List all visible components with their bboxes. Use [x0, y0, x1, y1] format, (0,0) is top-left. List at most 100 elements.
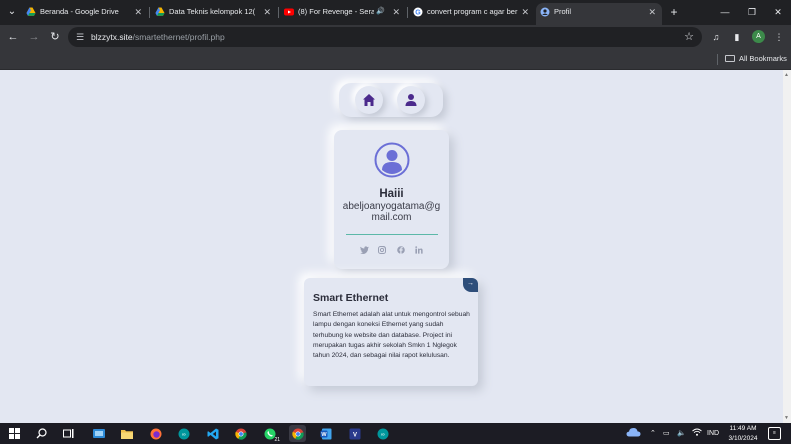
whatsapp-unread-badge: 21 [274, 437, 280, 443]
browser-toolbar: ← → ↻ ☰ blzzytx.site/smartethernet/profi… [0, 25, 791, 49]
instagram-icon[interactable] [376, 246, 388, 256]
tab-divider [407, 7, 408, 18]
profile-divider [346, 234, 438, 235]
all-bookmarks-button[interactable]: All Bookmarks [725, 49, 787, 69]
folder-icon[interactable] [118, 425, 135, 442]
side-panel-icon[interactable]: ▮ [730, 29, 744, 45]
close-tab-icon[interactable]: ✕ [263, 3, 271, 21]
page-content: Haiii abeljoanyogatama@gmail.com Smart E… [0, 70, 783, 423]
arduino-icon[interactable]: ∞ [175, 425, 192, 442]
wifi-icon[interactable] [692, 423, 702, 444]
bookmarks-bar: All Bookmarks [0, 49, 791, 70]
google-drive-icon [155, 7, 165, 16]
profile-card: Haiii abeljoanyogatama@gmail.com [334, 130, 449, 269]
tab-title: (8) For Revenge - Seranı [298, 7, 374, 16]
more-menu-icon[interactable]: ⋮ [772, 29, 786, 45]
svg-text:∞: ∞ [182, 432, 186, 438]
bookmarks-divider [717, 54, 718, 65]
forward-button[interactable]: → [26, 29, 42, 45]
youtube-icon [284, 8, 294, 16]
scroll-down-icon[interactable]: ▼ [784, 415, 789, 421]
project-description: Smart Ethernet adalah alat untuk mengont… [313, 311, 470, 360]
arduino-ide-icon[interactable]: ∞ [374, 425, 391, 442]
reload-button[interactable]: ↻ [47, 29, 63, 45]
profile-avatar[interactable]: A [752, 30, 765, 43]
firefox-icon[interactable] [147, 425, 164, 442]
clock-date: 3/10/2024 [728, 434, 758, 442]
url-path: /smartethernet/profil.php [132, 32, 225, 42]
back-button[interactable]: ← [5, 29, 21, 45]
chrome-active-icon[interactable] [289, 425, 306, 442]
card-corner-button[interactable]: → [463, 278, 478, 292]
notification-icon[interactable]: ≡ [768, 427, 781, 440]
visual-studio-icon[interactable]: V [346, 425, 363, 442]
tab-profil-active[interactable]: Profil ✕ [536, 3, 662, 25]
tab-youtube[interactable]: (8) For Revenge - Seranı 🔊 ✕ [280, 3, 406, 25]
clock-time: 11:49 AM [729, 425, 757, 432]
show-hidden-icons[interactable]: ⌃ [650, 423, 656, 444]
tab-title: Profil [554, 7, 572, 16]
tab-data-teknis[interactable]: Data Teknis kelompok 12(w ✕ [151, 3, 277, 25]
site-info-icon[interactable]: ☰ [76, 30, 88, 44]
google-drive-icon [26, 7, 36, 16]
user-icon [405, 94, 417, 106]
address-bar[interactable]: ☰ blzzytx.site/smartethernet/profil.php … [68, 27, 702, 47]
search-icon[interactable] [33, 425, 50, 442]
tab-divider [149, 7, 150, 18]
tab-divider [278, 7, 279, 18]
media-controls-icon[interactable]: ♫ [709, 29, 723, 45]
word-icon[interactable]: W [317, 425, 334, 442]
close-tab-icon[interactable]: ✕ [134, 3, 142, 21]
volume-icon[interactable]: 🔈 [677, 423, 686, 444]
page-scrollbar[interactable]: ▲ ▼ [783, 70, 791, 423]
chrome-icon[interactable] [232, 425, 249, 442]
svg-text:∞: ∞ [381, 432, 385, 438]
close-tab-icon[interactable]: ✕ [521, 3, 529, 21]
tab-google-drive[interactable]: Beranda - Google Drive ✕ [22, 3, 148, 25]
user-avatar-icon [374, 142, 410, 178]
svg-text:V: V [352, 432, 356, 438]
linkedin-icon[interactable] [413, 246, 425, 256]
twitter-icon[interactable] [358, 246, 370, 256]
battery-icon[interactable]: ▭ [663, 423, 670, 444]
tab-search-button[interactable]: ⌄ [4, 4, 20, 20]
audio-playing-icon[interactable]: 🔊 [376, 3, 385, 21]
tab-title: Beranda - Google Drive [40, 7, 119, 16]
close-window-button[interactable]: ✕ [768, 3, 788, 21]
page-nav [339, 83, 443, 117]
file-explorer-store-icon[interactable] [90, 425, 107, 442]
tab-title: Data Teknis kelompok 12(w [169, 7, 255, 16]
browser-tab-strip: ⌄ Beranda - Google Drive ✕ Data Teknis k… [0, 0, 791, 25]
url-text[interactable]: blzzytx.site/smartethernet/profil.php [91, 27, 225, 47]
folder-icon [725, 55, 735, 62]
task-view-icon[interactable] [60, 425, 77, 442]
tab-google-search[interactable]: G convert program c agar ber ✕ [409, 3, 535, 25]
home-nav-button[interactable] [355, 86, 383, 114]
svg-text:G: G [415, 10, 421, 17]
profile-name: Haiii [379, 188, 404, 200]
home-icon [363, 94, 375, 106]
windows-start-icon[interactable] [6, 425, 23, 442]
vscode-icon[interactable] [204, 425, 221, 442]
svg-text:W: W [321, 432, 327, 438]
system-clock[interactable]: 11:49 AM 3/10/2024 [723, 424, 763, 443]
facebook-icon[interactable] [395, 246, 407, 256]
language-indicator[interactable]: IND [707, 423, 719, 444]
profile-email: abeljoanyogatama@gmail.com [342, 201, 441, 223]
minimize-button[interactable]: — [715, 3, 735, 21]
close-tab-icon[interactable]: ✕ [392, 3, 400, 21]
bookmark-star-icon[interactable]: ☆ [684, 27, 694, 47]
whatsapp-icon[interactable]: 21 [261, 425, 280, 443]
profile-nav-button[interactable] [397, 86, 425, 114]
site-favicon-icon [540, 7, 550, 17]
maximize-button[interactable]: ❐ [742, 3, 762, 21]
weather-cloud-icon[interactable] [626, 423, 641, 444]
all-bookmarks-label: All Bookmarks [739, 54, 787, 63]
project-info-card: Smart Ethernet Smart Ethernet adalah ala… [304, 278, 478, 386]
scroll-up-icon[interactable]: ▲ [784, 72, 789, 78]
google-icon: G [413, 7, 423, 17]
windows-taskbar: ∞ 21 W V ∞ ⌃ ▭ 🔈 IND 11:49 AM 3/10/2024 … [0, 423, 791, 444]
arrow-right-icon: → [467, 280, 474, 287]
close-tab-icon[interactable]: ✕ [648, 3, 656, 21]
new-tab-button[interactable]: + [667, 3, 681, 21]
